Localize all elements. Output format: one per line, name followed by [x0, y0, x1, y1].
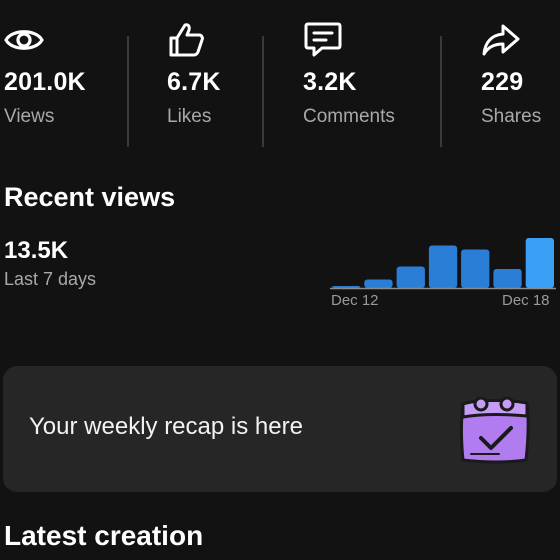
stats-row: 201.0K Views 6.7K Likes 3.2K Comments 22…	[0, 18, 560, 147]
recent-views-title: Recent views	[4, 182, 176, 212]
stat-value: 6.7K	[167, 68, 221, 96]
stat-value: 3.2K	[303, 68, 357, 96]
divider	[127, 36, 129, 147]
stat-value: 229	[481, 68, 524, 96]
chart-bar-dec-15	[428, 245, 458, 288]
chart-bar-dec-16	[461, 249, 490, 288]
divider	[262, 36, 264, 147]
eye-icon	[4, 30, 44, 50]
stat-label: Comments	[303, 106, 395, 127]
recent-views-period: Last 7 days	[4, 269, 97, 289]
stat-label: Likes	[167, 106, 212, 127]
stat-label: Shares	[481, 106, 542, 127]
chart-bar-dec-12	[332, 286, 361, 288]
recent-views-value: 13.5K	[4, 237, 69, 264]
stat-label: Views	[4, 106, 55, 127]
chart-bar-dec-14	[396, 266, 425, 288]
share-icon	[482, 24, 520, 56]
chart-bar-dec-13	[364, 279, 393, 288]
recent-views-chart[interactable]	[330, 230, 556, 290]
tick-label-start: Dec 12	[331, 292, 379, 309]
divider	[440, 36, 442, 147]
chart-bar-dec-18	[525, 238, 554, 288]
latest-creation-title: Latest creation	[4, 520, 204, 551]
thumbs-up-icon	[169, 23, 204, 57]
comment-icon	[304, 22, 342, 57]
tick-label-end: Dec 18	[502, 292, 550, 309]
weekly-recap-card[interactable]: Your weekly recap is here	[3, 366, 557, 492]
stat-value: 201.0K	[4, 68, 86, 96]
chart-bar-dec-17	[493, 269, 522, 288]
recap-text: Your weekly recap is here	[29, 413, 303, 440]
calendar-check-icon	[460, 396, 530, 464]
